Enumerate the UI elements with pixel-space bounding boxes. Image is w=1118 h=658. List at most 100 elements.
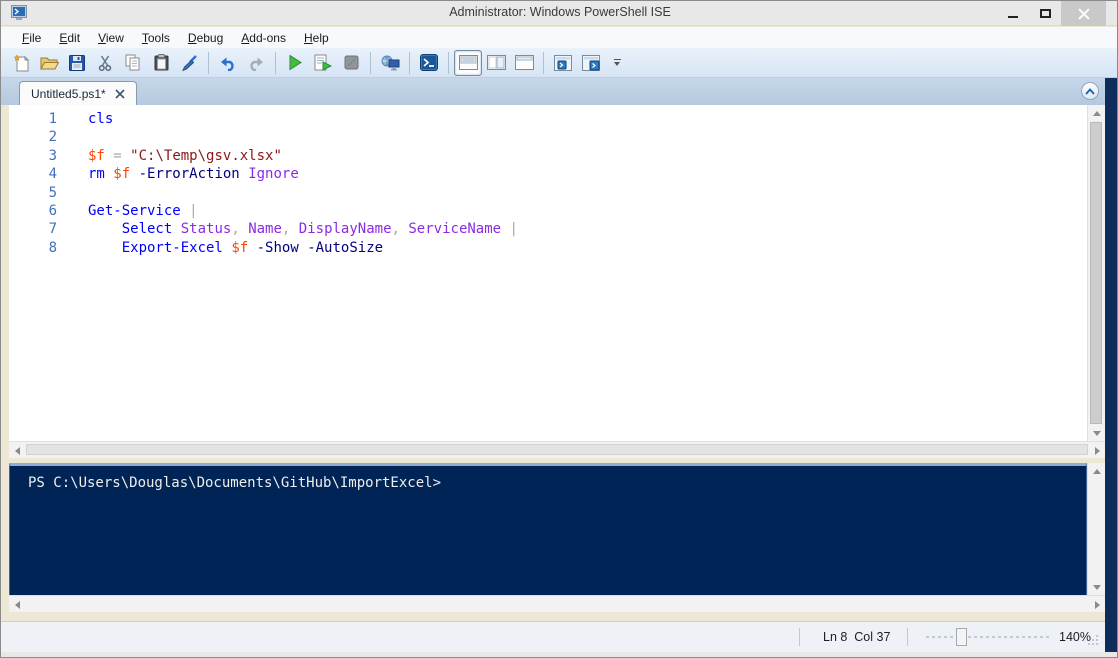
code-line: 8 Export-Excel $f -Show -AutoSize <box>9 239 1087 257</box>
toolbar-overflow-button[interactable] <box>609 50 625 76</box>
run-script-button[interactable] <box>281 50 309 76</box>
code-line: 4rm $f -ErrorAction Ignore <box>9 165 1087 183</box>
zoom-slider-thumb[interactable] <box>956 628 967 646</box>
run-selection-button[interactable] <box>309 50 337 76</box>
scroll-down-arrow-icon[interactable] <box>1088 579 1106 595</box>
collapse-script-pane-button[interactable] <box>1081 82 1099 100</box>
scroll-left-arrow-icon[interactable] <box>9 442 25 459</box>
undo-icon <box>219 55 237 71</box>
script-editor-pane[interactable]: 1cls23 $f = "C:\Temp\gsv.xlsx"4rm $f -Err… <box>9 105 1087 441</box>
code-lines: 1cls23 $f = "C:\Temp\gsv.xlsx"4rm $f -Err… <box>9 105 1087 257</box>
toolbar-separator <box>370 52 371 74</box>
ps-window-icon <box>554 55 572 71</box>
paste-button[interactable] <box>147 50 175 76</box>
powershell-ise-window: Administrator: Windows PowerShell ISE Fi… <box>0 0 1118 658</box>
line-number: 8 <box>9 239 57 257</box>
code-line: 7 Select Status, Name, DisplayName, Serv… <box>9 220 1087 238</box>
line-number: 3 <box>9 147 57 165</box>
menu-help[interactable]: Help <box>295 29 338 47</box>
status-bar: Ln 8 Col 37 140% <box>1 621 1105 652</box>
code-line: 3 $f = "C:\Temp\gsv.xlsx" <box>9 147 1087 165</box>
zoom-level: 140% <box>1059 630 1091 644</box>
console-pane[interactable]: PS C:\Users\Douglas\Documents\GitHub\Imp… <box>9 463 1087 595</box>
toolbar-separator <box>208 52 209 74</box>
code-text: cls <box>88 110 113 128</box>
line-number: 4 <box>9 165 57 183</box>
code-text: $f = "C:\Temp\gsv.xlsx" <box>88 147 282 165</box>
code-line: 1cls <box>9 110 1087 128</box>
save-icon <box>69 55 85 71</box>
scroll-right-arrow-icon[interactable] <box>1089 442 1105 459</box>
copy-button[interactable] <box>119 50 147 76</box>
maximize-icon <box>1040 9 1051 18</box>
menu-add-ons[interactable]: Add-ons <box>232 29 295 47</box>
clear-console-pane-button[interactable] <box>175 50 203 76</box>
toolbar-separator <box>275 52 276 74</box>
clear-console-icon <box>181 54 198 71</box>
editor-vscroll-thumb[interactable] <box>1090 122 1102 424</box>
new-script-button[interactable] <box>7 50 35 76</box>
run-script-icon <box>288 54 303 71</box>
line-number: 6 <box>9 202 57 220</box>
new-script-icon <box>13 54 30 72</box>
close-powershell-tab-button[interactable] <box>577 50 605 76</box>
line-number: 2 <box>9 128 57 146</box>
editor-vertical-scrollbar[interactable] <box>1087 105 1105 441</box>
close-button[interactable] <box>1061 1 1106 26</box>
minimize-button[interactable] <box>997 1 1029 26</box>
menu-edit[interactable]: Edit <box>50 29 89 47</box>
console-horizontal-scrollbar[interactable] <box>9 595 1105 612</box>
layout-script-top-icon <box>459 55 478 70</box>
menu-debug[interactable]: Debug <box>179 29 232 47</box>
minimize-icon <box>1008 16 1018 18</box>
scroll-right-arrow-icon[interactable] <box>1089 596 1105 613</box>
new-remote-powershell-tab-button[interactable] <box>376 50 404 76</box>
open-icon <box>40 55 59 71</box>
remote-tab-icon <box>381 54 400 71</box>
window-bottom-edge <box>1 652 1118 658</box>
paste-icon <box>154 54 169 71</box>
powershell-icon <box>420 54 438 71</box>
show-script-pane-top-button[interactable] <box>454 50 482 76</box>
show-script-pane-maximized-button[interactable] <box>510 50 538 76</box>
stop-operation-button[interactable] <box>337 50 365 76</box>
toolbar-separator <box>409 52 410 74</box>
undo-button[interactable] <box>214 50 242 76</box>
cut-button[interactable] <box>91 50 119 76</box>
console-vertical-scrollbar[interactable] <box>1087 463 1105 595</box>
scroll-up-arrow-icon[interactable] <box>1088 105 1106 121</box>
maximize-button[interactable] <box>1029 1 1061 26</box>
start-powershell-button[interactable] <box>415 50 443 76</box>
menu-tools[interactable]: Tools <box>133 29 179 47</box>
save-button[interactable] <box>63 50 91 76</box>
tab-strip: Untitled5.ps1* <box>1 78 1105 105</box>
tab-label: Untitled5.ps1* <box>31 87 106 101</box>
close-tab-icon[interactable] <box>115 89 125 99</box>
scroll-up-arrow-icon[interactable] <box>1088 463 1106 479</box>
chevron-down-icon <box>614 62 620 66</box>
toolbar-separator <box>448 52 449 74</box>
tab-untitled5[interactable]: Untitled5.ps1* <box>19 81 137 105</box>
toolbar-separator <box>543 52 544 74</box>
open-script-button[interactable] <box>35 50 63 76</box>
menu-file[interactable]: File <box>13 29 50 47</box>
scroll-left-arrow-icon[interactable] <box>9 596 25 613</box>
menu-view[interactable]: View <box>89 29 133 47</box>
editor-hscroll-thumb[interactable] <box>26 444 1088 455</box>
desktop-background-strip <box>1105 78 1118 652</box>
editor-horizontal-scrollbar[interactable] <box>9 441 1105 458</box>
zoom-slider-track[interactable] <box>926 636 1052 638</box>
show-script-pane-right-button[interactable] <box>482 50 510 76</box>
new-powershell-tab-button[interactable] <box>549 50 577 76</box>
statusbar-separator <box>907 628 908 646</box>
resize-grip[interactable] <box>1088 634 1099 645</box>
line-number: 7 <box>9 220 57 238</box>
cut-icon <box>97 54 113 72</box>
code-text: Get-Service | <box>88 202 198 220</box>
scroll-down-arrow-icon[interactable] <box>1088 425 1106 441</box>
layout-script-max-icon <box>515 55 534 70</box>
window-title: Administrator: Windows PowerShell ISE <box>1 5 1118 19</box>
redo-button[interactable] <box>242 50 270 76</box>
ps-window-alt-icon <box>582 55 600 71</box>
line-number: 5 <box>9 184 57 202</box>
